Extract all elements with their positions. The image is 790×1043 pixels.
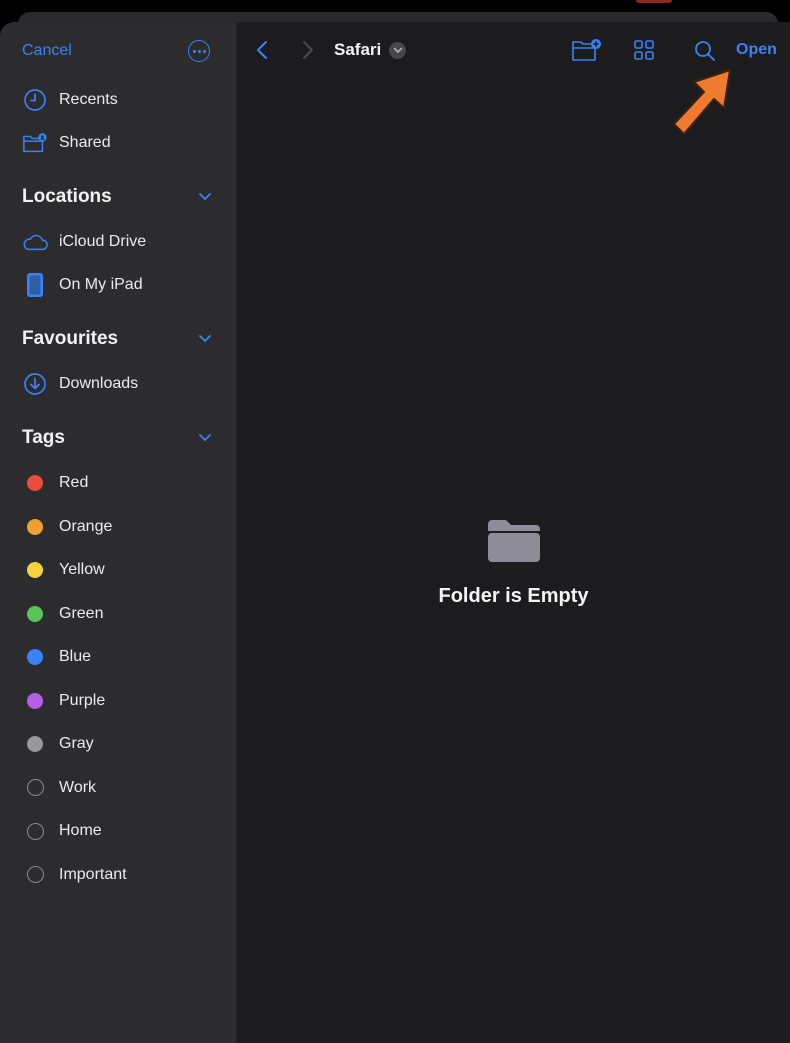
top-indicator (636, 0, 672, 3)
sidebar-item-label: Blue (59, 648, 92, 665)
tag-color-dot-icon (22, 644, 48, 670)
file-picker-window: Cancel Recents Shared Locations iCloud D… (0, 22, 790, 1043)
download-circle-icon (22, 371, 48, 397)
section-title: Locations (22, 186, 112, 207)
section-tags[interactable]: Tags (22, 425, 212, 451)
open-button[interactable]: Open (736, 41, 777, 59)
tag-dot (26, 866, 44, 883)
sidebar-item-tag-important[interactable]: Important (22, 860, 216, 890)
section-locations[interactable]: Locations (22, 184, 212, 210)
sidebar-item-label: Shared (59, 134, 111, 151)
sidebar-item-tag-home[interactable]: Home (22, 816, 216, 846)
tag-dot (26, 779, 44, 796)
tag-empty-circle-icon (22, 862, 48, 888)
tag-dot (27, 475, 43, 491)
sidebar-item-on-my-ipad[interactable]: On My iPad (22, 270, 216, 300)
sidebar-item-label: Purple (59, 691, 106, 709)
ellipsis-circle-icon[interactable] (188, 40, 210, 62)
sidebar-item-label: iCloud Drive (59, 233, 147, 250)
sidebar-item-label: Important (59, 865, 127, 883)
sidebar-item-icloud-drive[interactable]: iCloud Drive (22, 227, 216, 257)
sidebar-item-recents[interactable]: Recents (22, 85, 216, 115)
sidebar-header: Cancel (22, 40, 210, 62)
tag-color-dot-icon (22, 557, 48, 583)
tag-color-dot-icon (22, 514, 48, 540)
sidebar: Cancel Recents Shared Locations iCloud D… (0, 22, 236, 1043)
sidebar-item-shared[interactable]: Shared (22, 128, 216, 158)
folder-title-menu[interactable]: Safari (334, 40, 407, 60)
tag-dot (26, 822, 44, 840)
sidebar-item-tag-blue[interactable]: Blue (22, 642, 216, 672)
tag-empty-circle-icon (22, 775, 48, 801)
empty-message: Folder is Empty (438, 585, 589, 607)
grid-view-icon[interactable] (633, 39, 655, 66)
tag-color-dot-icon (22, 470, 48, 496)
sidebar-item-label: Gray (59, 735, 94, 752)
forward-chevron-icon[interactable] (301, 39, 315, 66)
sidebar-item-tag-work[interactable]: Work (22, 773, 216, 803)
tag-color-dot-icon (22, 731, 48, 757)
cancel-button[interactable]: Cancel (22, 42, 72, 60)
chevron-down-icon (389, 41, 407, 59)
sidebar-item-label: Downloads (59, 375, 139, 392)
tag-dot (27, 518, 43, 535)
cloud-icon (22, 229, 48, 255)
shared-folder-icon (22, 130, 48, 156)
sidebar-item-tag-green[interactable]: Green (22, 599, 216, 629)
sidebar-item-label: Orange (59, 517, 113, 535)
tag-color-dot-icon (22, 688, 48, 714)
sidebar-item-downloads[interactable]: Downloads (22, 369, 216, 399)
toolbar: Safari Open (237, 36, 790, 66)
chevron-down-icon[interactable] (198, 330, 212, 348)
sidebar-item-tag-purple[interactable]: Purple (22, 686, 216, 716)
sidebar-item-label: Green (59, 604, 104, 622)
sidebar-item-tag-red[interactable]: Red (22, 468, 216, 498)
folder-name: Safari (334, 40, 382, 59)
sidebar-item-tag-yellow[interactable]: Yellow (22, 555, 216, 585)
tag-dot (27, 649, 43, 665)
tag-empty-circle-icon (22, 818, 48, 844)
tag-dot (27, 605, 43, 622)
chevron-down-icon[interactable] (198, 429, 212, 447)
sidebar-item-label: Yellow (59, 561, 105, 578)
sidebar-item-label: Red (59, 474, 89, 491)
tag-color-dot-icon (22, 601, 48, 627)
sidebar-item-label: Work (59, 778, 97, 796)
clock-icon (22, 87, 48, 113)
sidebar-item-label: Recents (59, 91, 118, 108)
sidebar-item-label: Home (59, 822, 102, 839)
tag-dot (27, 736, 43, 752)
sidebar-item-label: On My iPad (59, 276, 143, 293)
back-chevron-icon[interactable] (255, 39, 269, 66)
sidebar-item-tag-gray[interactable]: Gray (22, 729, 216, 759)
section-favourites[interactable]: Favourites (22, 326, 212, 352)
tag-dot (27, 562, 43, 578)
tag-dot (27, 692, 43, 709)
chevron-down-icon[interactable] (198, 188, 212, 206)
ipad-icon (22, 272, 48, 298)
annotation-arrow-icon (668, 64, 740, 145)
section-title: Tags (22, 427, 65, 448)
main-content: Safari Open Folder is Empty (236, 22, 790, 1043)
folder-icon (486, 518, 542, 569)
empty-state: Folder is Empty (237, 518, 790, 608)
section-title: Favourites (22, 328, 119, 349)
new-folder-icon[interactable] (571, 38, 603, 67)
sidebar-item-tag-orange[interactable]: Orange (22, 512, 216, 542)
